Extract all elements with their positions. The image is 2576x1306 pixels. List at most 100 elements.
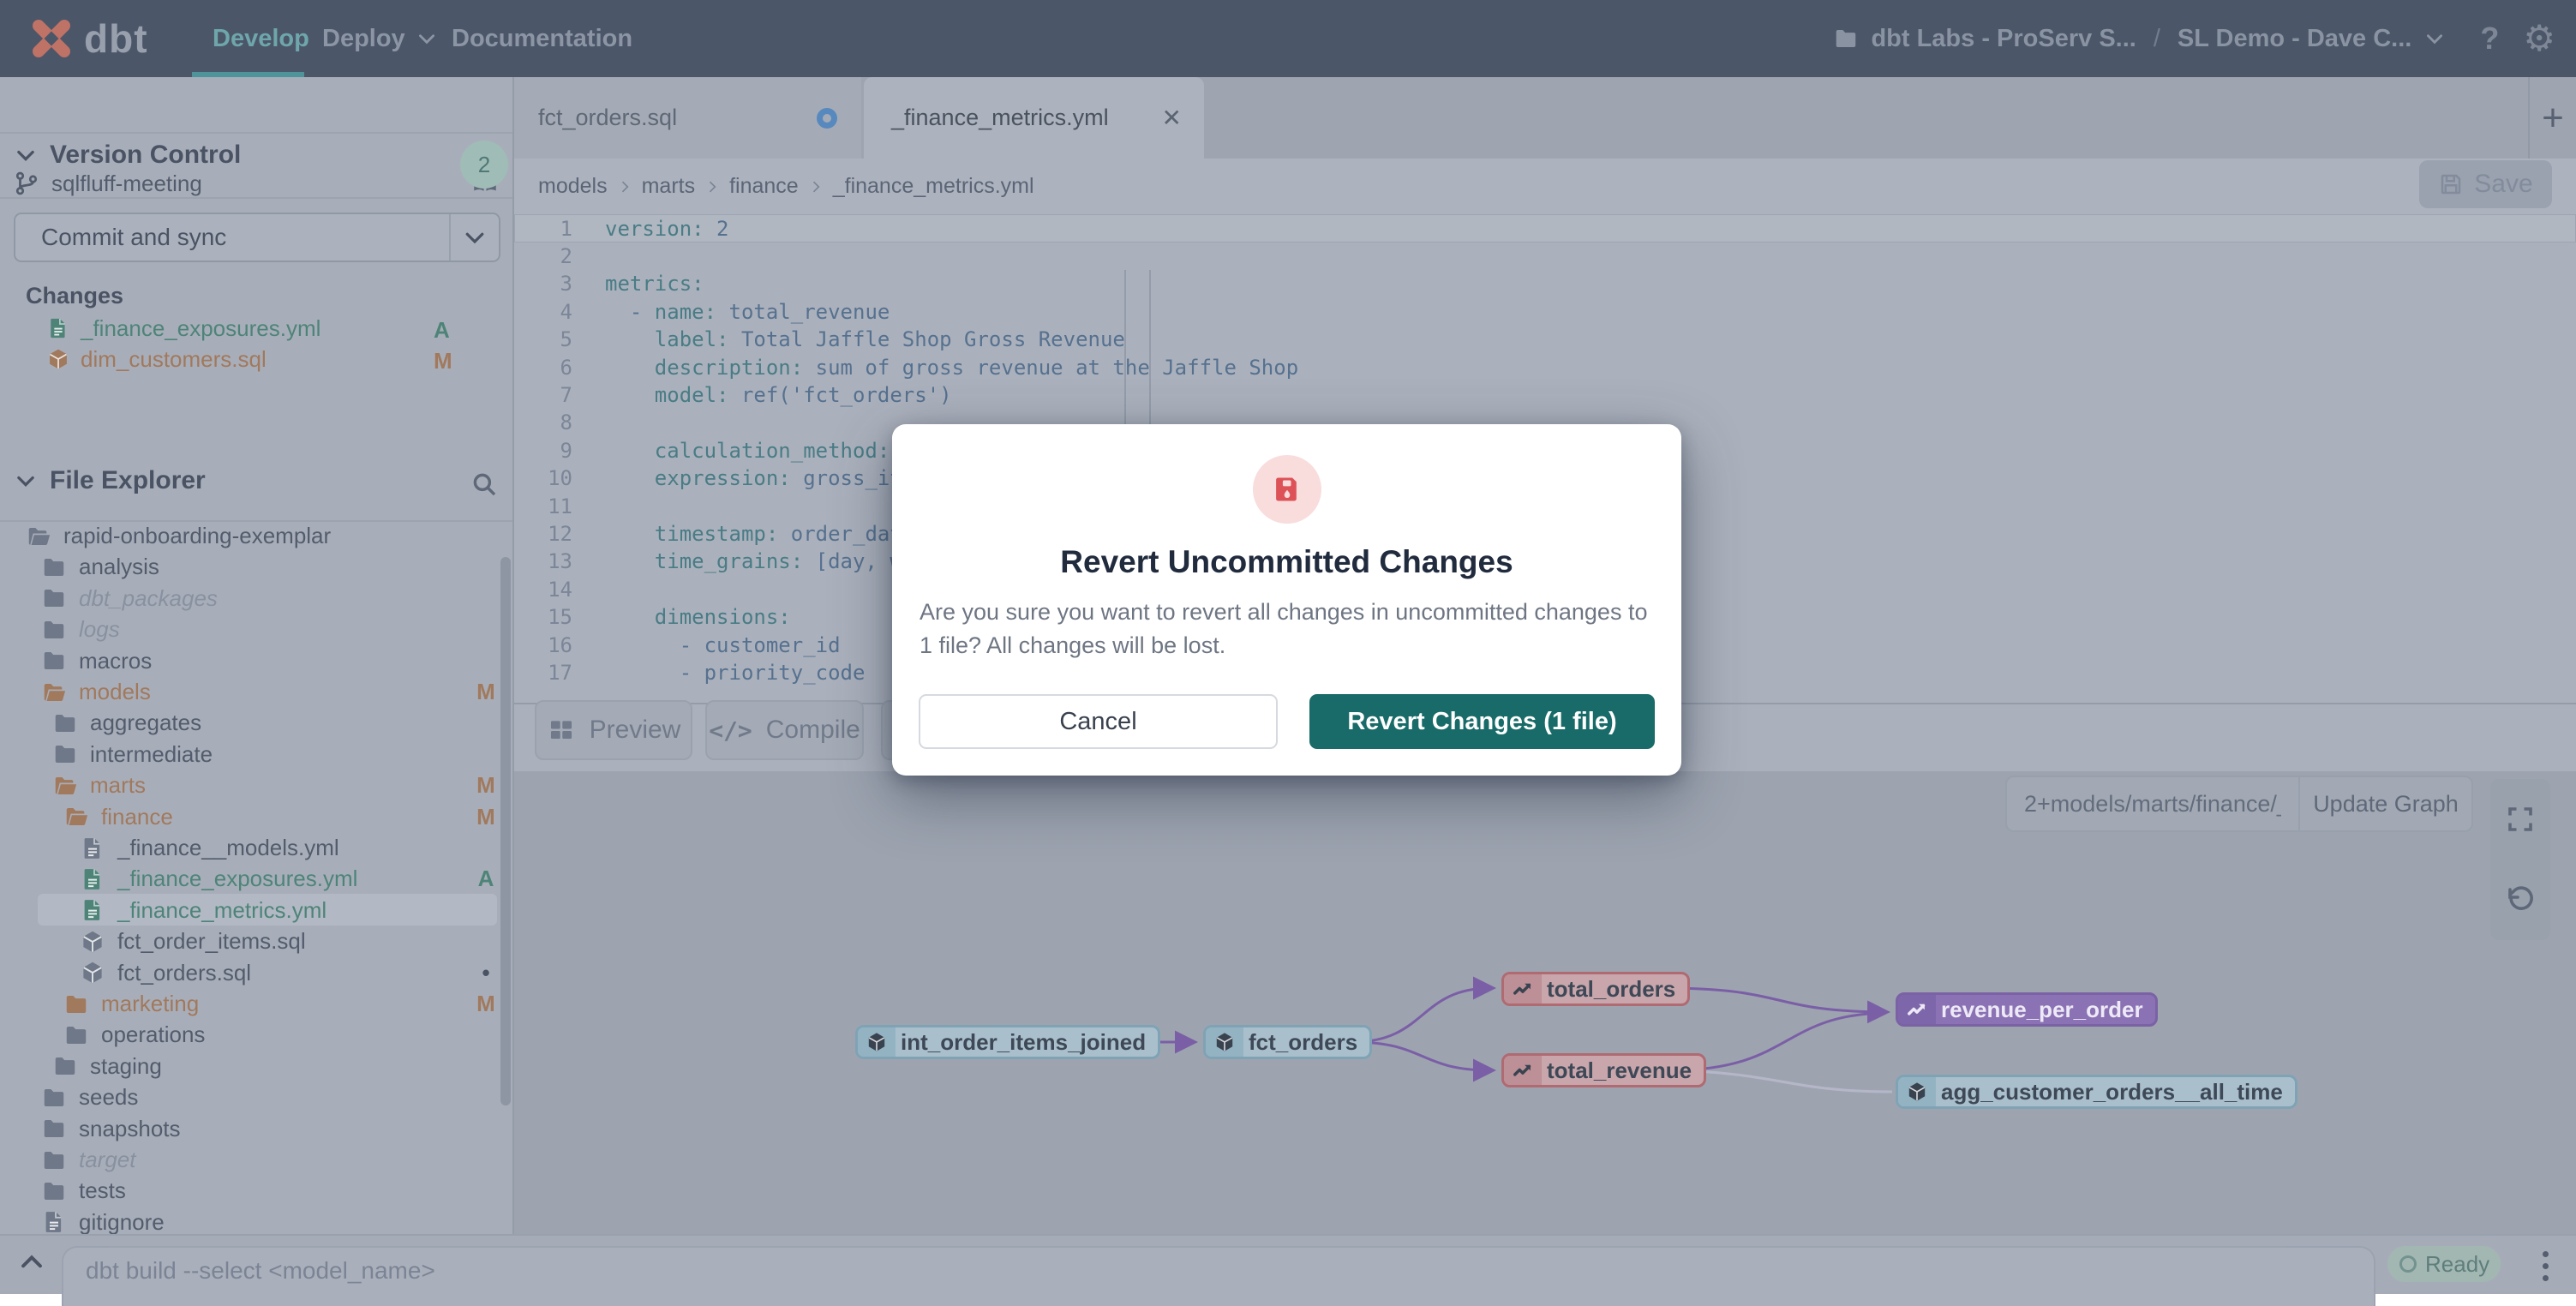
code-line-1[interactable]: 1version: 2 (514, 214, 2576, 243)
tree-item-gitignore[interactable]: gitignore (41, 1207, 165, 1234)
code-line-5[interactable]: 5 label: Total Jaffle Shop Gross Revenue (514, 326, 2576, 354)
revert-changes-button[interactable]: Revert Changes (1 file) (1309, 694, 1655, 749)
fullscreen-icon[interactable] (2505, 804, 2536, 835)
save-button[interactable]: Save (2419, 160, 2552, 208)
version-control-header[interactable]: Version Control (14, 141, 241, 170)
metric-icon (1504, 972, 1542, 1006)
code-line-7[interactable]: 7 model: ref('fct_orders') (514, 380, 2576, 409)
tree-item-label: marts (90, 772, 146, 799)
chevron-down-icon[interactable] (2423, 27, 2446, 50)
tree-item-macros[interactable]: macros (41, 645, 152, 677)
model-icon (80, 929, 105, 955)
graph-node-fct_orders[interactable]: fct_orders (1203, 1025, 1372, 1059)
tree-item-models[interactable]: models (41, 676, 151, 708)
tree-item-target[interactable]: target (41, 1144, 136, 1176)
breadcrumb-segment[interactable]: models (538, 174, 608, 199)
code-text: label: Total Jaffle Shop Gross Revenue (572, 327, 1125, 351)
code-line-4[interactable]: 4 - name: total_revenue (514, 297, 2576, 326)
file-tree: rapid-onboarding-exemplaranalysisdbt_pac… (0, 520, 514, 1234)
dbt-logo-icon[interactable] (29, 16, 74, 61)
folder-icon (41, 1147, 67, 1173)
search-icon[interactable] (470, 470, 499, 499)
graph-filter-input[interactable] (2007, 777, 2298, 830)
tree-item-_finance_exposures.yml[interactable]: _finance_exposures.yml (80, 863, 357, 895)
file-explorer-header[interactable]: File Explorer (14, 466, 206, 495)
tree-item-label: _finance_metrics.yml (117, 897, 326, 924)
folder-icon (41, 1178, 67, 1204)
file-tree-scrollbar[interactable] (500, 557, 511, 1105)
kebab-menu-icon[interactable] (2528, 1243, 2562, 1289)
code-line-2[interactable]: 2 (514, 242, 2576, 270)
top-navbar: dbt Develop Deploy Documentation dbt Lab… (0, 0, 2576, 77)
cancel-button[interactable]: Cancel (919, 694, 1278, 749)
account-selector[interactable]: dbt Labs - ProServ S... (1871, 25, 2136, 53)
tree-item-seeds[interactable]: seeds (41, 1081, 138, 1113)
tree-item-dbt_packages[interactable]: dbt_packages (41, 583, 218, 614)
tree-item-marts[interactable]: marts (52, 770, 146, 801)
code-line-6[interactable]: 6 description: sum of gross revenue at t… (514, 353, 2576, 381)
graph-node-label: total_revenue (1542, 1057, 1704, 1084)
tree-item-_finance__models.yml[interactable]: _finance__models.yml (80, 832, 339, 864)
code-line-3[interactable]: 3metrics: (514, 270, 2576, 298)
tree-item-label: rapid-onboarding-exemplar (63, 523, 331, 549)
nav-item-deploy[interactable]: Deploy (322, 0, 438, 77)
gear-icon[interactable]: ⚙ (2523, 21, 2555, 57)
refresh-icon[interactable] (2505, 884, 2536, 915)
graph-node-total_revenue[interactable]: total_revenue (1501, 1053, 1706, 1087)
change-item-dim_customers.sql[interactable]: dim_customers.sql (46, 344, 267, 374)
breadcrumb-segment[interactable]: finance (729, 174, 799, 199)
chevron-right-icon (704, 178, 721, 195)
tree-item-tests[interactable]: tests (41, 1175, 126, 1207)
breadcrumb-segment[interactable]: _finance_metrics.yml (833, 174, 1034, 199)
tab-fct-orders-sql[interactable]: fct_orders.sql (514, 77, 861, 159)
tree-item-fct_orders.sql[interactable]: fct_orders.sql (80, 957, 251, 989)
chevron-up-icon[interactable] (17, 1248, 46, 1277)
tree-item-logs[interactable]: logs (41, 614, 120, 645)
breadcrumb-segment[interactable]: marts (642, 174, 696, 199)
graph-node-revenue_per_order[interactable]: revenue_per_order (1896, 992, 2158, 1027)
unsaved-dot-icon (817, 108, 837, 129)
close-icon[interactable]: ✕ (1162, 104, 1182, 132)
tree-item-rapid-onboarding-exemplar[interactable]: rapid-onboarding-exemplar (26, 520, 331, 552)
model-icon (80, 960, 105, 985)
git-branch-icon (14, 171, 39, 196)
new-tab-button[interactable]: + (2528, 77, 2576, 159)
preview-button[interactable]: Preview (535, 700, 692, 760)
chevron-right-icon (616, 178, 633, 195)
tree-item-aggregates[interactable]: aggregates (52, 707, 201, 739)
tree-item-label: aggregates (90, 710, 201, 736)
tree-item-marketing[interactable]: marketing (63, 988, 199, 1020)
help-icon[interactable]: ? (2480, 21, 2499, 57)
tree-item-fct_order_items.sql[interactable]: fct_order_items.sql (80, 926, 306, 957)
line-number: 13 (514, 549, 572, 573)
file-icon (80, 897, 105, 923)
folder-open-icon (41, 680, 67, 705)
nav-item-documentation[interactable]: Documentation (452, 0, 632, 77)
line-number: 10 (514, 466, 572, 490)
chevron-down-icon[interactable] (451, 225, 499, 250)
graph-node-total_orders[interactable]: total_orders (1501, 972, 1690, 1006)
command-input[interactable] (63, 1248, 2374, 1294)
dbt-ide-window: dbt Develop Deploy Documentation dbt Lab… (0, 0, 2576, 1294)
lineage-graph-pane[interactable]: int_order_items_joined fct_orders total_or… (514, 771, 2576, 1234)
update-graph-button[interactable]: Update Graph (2300, 791, 2471, 818)
tree-item-intermediate[interactable]: intermediate (52, 739, 213, 770)
nav-item-develop[interactable]: Develop (213, 0, 309, 77)
graph-node-agg_customer_orders__all_time[interactable]: agg_customer_orders__all_time (1896, 1075, 2297, 1109)
tree-item-operations[interactable]: operations (63, 1019, 205, 1051)
code-text: time_grains: [day, wee (572, 549, 927, 573)
tree-item-snapshots[interactable]: snapshots (41, 1113, 181, 1145)
project-selector[interactable]: SL Demo - Dave C... (2178, 25, 2411, 53)
change-item-_finance_exposures.yml[interactable]: _finance_exposures.yml (46, 313, 321, 344)
tree-item-_finance_metrics.yml[interactable]: _finance_metrics.yml (80, 895, 326, 926)
tab-finance-metrics-yml[interactable]: _finance_metrics.yml ✕ (864, 77, 1204, 159)
tree-item-label: fct_orders.sql (117, 960, 251, 986)
chevron-down-icon (14, 469, 38, 493)
graph-node-int_order_items_joined[interactable]: int_order_items_joined (855, 1025, 1160, 1059)
tree-item-staging[interactable]: staging (52, 1051, 162, 1082)
commit-and-sync-button[interactable]: Commit and sync (14, 213, 500, 262)
compile-button[interactable]: </> Compile (705, 700, 864, 760)
tree-item-analysis[interactable]: analysis (41, 551, 159, 583)
tree-item-finance[interactable]: finance (63, 801, 173, 833)
tree-item-label: target (79, 1147, 136, 1173)
